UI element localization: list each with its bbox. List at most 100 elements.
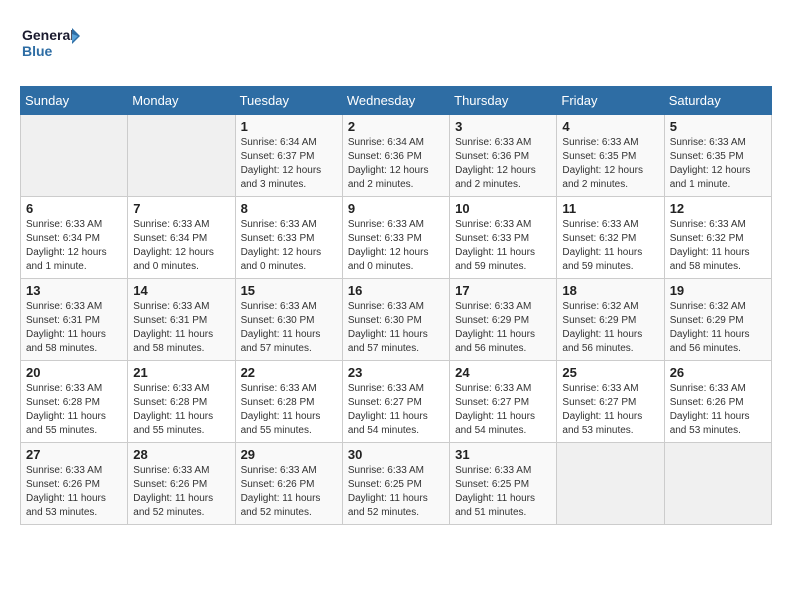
day-number: 20 [26, 365, 122, 380]
day-number: 6 [26, 201, 122, 216]
calendar-cell: 9 Sunrise: 6:33 AM Sunset: 6:33 PM Daylig… [342, 197, 449, 279]
calendar-cell: 17 Sunrise: 6:33 AM Sunset: 6:29 PM Dayli… [450, 279, 557, 361]
calendar-cell: 23 Sunrise: 6:33 AM Sunset: 6:27 PM Dayli… [342, 361, 449, 443]
day-info: Sunrise: 6:33 AM Sunset: 6:30 PM Dayligh… [241, 300, 337, 356]
day-info: Sunrise: 6:33 AM Sunset: 6:30 PM Dayligh… [348, 300, 444, 356]
day-info: Sunrise: 6:33 AM Sunset: 6:28 PM Dayligh… [133, 382, 229, 438]
calendar-cell: 5Sunrise: 6:33 AM Sunset: 6:35 PM Daylig… [664, 115, 771, 197]
day-info: Sunrise: 6:33 AM Sunset: 6:28 PM Dayligh… [241, 382, 337, 438]
day-info: Sunrise: 6:33 AM Sunset: 6:32 PM Dayligh… [562, 218, 658, 274]
day-number: 23 [348, 365, 444, 380]
day-info: Sunrise: 6:32 AM Sunset: 6:29 PM Dayligh… [670, 300, 766, 356]
calendar-cell: 22 Sunrise: 6:33 AM Sunset: 6:28 PM Dayli… [235, 361, 342, 443]
day-info: Sunrise: 6:33 AM Sunset: 6:25 PM Dayligh… [348, 464, 444, 520]
day-info: Sunrise: 6:33 AM Sunset: 6:29 PM Dayligh… [455, 300, 551, 356]
calendar-cell: 11 Sunrise: 6:33 AM Sunset: 6:32 PM Dayli… [557, 197, 664, 279]
logo: General Blue [20, 20, 80, 70]
day-number: 14 [133, 283, 229, 298]
calendar-cell: 24Sunrise: 6:33 AM Sunset: 6:27 PM Dayli… [450, 361, 557, 443]
day-info: Sunrise: 6:33 AM Sunset: 6:26 PM Dayligh… [241, 464, 337, 520]
day-number: 13 [26, 283, 122, 298]
calendar-table: SundayMondayTuesdayWednesdayThursdayFrid… [20, 86, 772, 525]
day-info: Sunrise: 6:33 AM Sunset: 6:27 PM Dayligh… [348, 382, 444, 438]
calendar-cell: 13 Sunrise: 6:33 AM Sunset: 6:31 PM Dayli… [21, 279, 128, 361]
day-info: Sunrise: 6:33 AM Sunset: 6:35 PM Dayligh… [562, 136, 658, 192]
day-info: Sunrise: 6:33 AM Sunset: 6:33 PM Dayligh… [455, 218, 551, 274]
day-number: 31 [455, 447, 551, 462]
day-of-week-header: Friday [557, 87, 664, 115]
day-number: 28 [133, 447, 229, 462]
day-of-week-header: Saturday [664, 87, 771, 115]
calendar-week-row: 1 Sunrise: 6:34 AM Sunset: 6:37 PM Daylig… [21, 115, 772, 197]
calendar-cell: 25Sunrise: 6:33 AM Sunset: 6:27 PM Dayli… [557, 361, 664, 443]
calendar-week-row: 27 Sunrise: 6:33 AM Sunset: 6:26 PM Dayli… [21, 443, 772, 525]
calendar-cell: 12 Sunrise: 6:33 AM Sunset: 6:32 PM Dayli… [664, 197, 771, 279]
calendar-week-row: 20 Sunrise: 6:33 AM Sunset: 6:28 PM Dayli… [21, 361, 772, 443]
day-info: Sunrise: 6:34 AM Sunset: 6:36 PM Dayligh… [348, 136, 444, 192]
day-info: Sunrise: 6:33 AM Sunset: 6:25 PM Dayligh… [455, 464, 551, 520]
day-info: Sunrise: 6:33 AM Sunset: 6:33 PM Dayligh… [241, 218, 337, 274]
day-of-week-header: Sunday [21, 87, 128, 115]
calendar-cell: 14 Sunrise: 6:33 AM Sunset: 6:31 PM Dayli… [128, 279, 235, 361]
calendar-cell: 7Sunrise: 6:33 AM Sunset: 6:34 PM Daylig… [128, 197, 235, 279]
calendar-cell: 21 Sunrise: 6:33 AM Sunset: 6:28 PM Dayli… [128, 361, 235, 443]
calendar-week-row: 13 Sunrise: 6:33 AM Sunset: 6:31 PM Dayli… [21, 279, 772, 361]
day-number: 15 [241, 283, 337, 298]
calendar-cell: 30Sunrise: 6:33 AM Sunset: 6:25 PM Dayli… [342, 443, 449, 525]
calendar-cell: 29 Sunrise: 6:33 AM Sunset: 6:26 PM Dayli… [235, 443, 342, 525]
day-number: 9 [348, 201, 444, 216]
calendar-cell: 28 Sunrise: 6:33 AM Sunset: 6:26 PM Dayli… [128, 443, 235, 525]
calendar-cell: 27Sunrise: 6:33 AM Sunset: 6:26 PM Dayli… [21, 443, 128, 525]
svg-text:Blue: Blue [22, 43, 53, 59]
day-info: Sunrise: 6:34 AM Sunset: 6:37 PM Dayligh… [241, 136, 337, 192]
day-info: Sunrise: 6:33 AM Sunset: 6:26 PM Dayligh… [670, 382, 766, 438]
day-number: 25 [562, 365, 658, 380]
day-info: Sunrise: 6:33 AM Sunset: 6:31 PM Dayligh… [133, 300, 229, 356]
day-info: Sunrise: 6:33 AM Sunset: 6:32 PM Dayligh… [670, 218, 766, 274]
day-number: 12 [670, 201, 766, 216]
day-number: 27 [26, 447, 122, 462]
day-of-week-header: Wednesday [342, 87, 449, 115]
calendar-cell: 4 Sunrise: 6:33 AM Sunset: 6:35 PM Daylig… [557, 115, 664, 197]
calendar-cell: 10 Sunrise: 6:33 AM Sunset: 6:33 PM Dayli… [450, 197, 557, 279]
day-number: 19 [670, 283, 766, 298]
calendar-cell: 15 Sunrise: 6:33 AM Sunset: 6:30 PM Dayli… [235, 279, 342, 361]
day-number: 16 [348, 283, 444, 298]
day-number: 4 [562, 119, 658, 134]
day-number: 3 [455, 119, 551, 134]
day-number: 1 [241, 119, 337, 134]
calendar-cell: 1 Sunrise: 6:34 AM Sunset: 6:37 PM Daylig… [235, 115, 342, 197]
day-info: Sunrise: 6:33 AM Sunset: 6:27 PM Dayligh… [455, 382, 551, 438]
calendar-cell: 26 Sunrise: 6:33 AM Sunset: 6:26 PM Dayli… [664, 361, 771, 443]
day-number: 17 [455, 283, 551, 298]
calendar-cell: 8 Sunrise: 6:33 AM Sunset: 6:33 PM Daylig… [235, 197, 342, 279]
day-number: 29 [241, 447, 337, 462]
calendar-cell [21, 115, 128, 197]
calendar-cell: 2Sunrise: 6:34 AM Sunset: 6:36 PM Daylig… [342, 115, 449, 197]
day-info: Sunrise: 6:33 AM Sunset: 6:36 PM Dayligh… [455, 136, 551, 192]
day-of-week-header: Tuesday [235, 87, 342, 115]
day-number: 8 [241, 201, 337, 216]
day-info: Sunrise: 6:33 AM Sunset: 6:34 PM Dayligh… [26, 218, 122, 274]
day-info: Sunrise: 6:33 AM Sunset: 6:28 PM Dayligh… [26, 382, 122, 438]
day-of-week-header: Thursday [450, 87, 557, 115]
page-header: General Blue [20, 20, 772, 70]
day-info: Sunrise: 6:32 AM Sunset: 6:29 PM Dayligh… [562, 300, 658, 356]
calendar-cell [557, 443, 664, 525]
day-info: Sunrise: 6:33 AM Sunset: 6:33 PM Dayligh… [348, 218, 444, 274]
calendar-header-row: SundayMondayTuesdayWednesdayThursdayFrid… [21, 87, 772, 115]
day-number: 26 [670, 365, 766, 380]
day-number: 21 [133, 365, 229, 380]
calendar-cell: 16 Sunrise: 6:33 AM Sunset: 6:30 PM Dayli… [342, 279, 449, 361]
day-info: Sunrise: 6:33 AM Sunset: 6:26 PM Dayligh… [133, 464, 229, 520]
day-number: 10 [455, 201, 551, 216]
day-number: 11 [562, 201, 658, 216]
calendar-cell: 18Sunrise: 6:32 AM Sunset: 6:29 PM Dayli… [557, 279, 664, 361]
calendar-cell: 20 Sunrise: 6:33 AM Sunset: 6:28 PM Dayli… [21, 361, 128, 443]
calendar-cell: 3 Sunrise: 6:33 AM Sunset: 6:36 PM Daylig… [450, 115, 557, 197]
day-info: Sunrise: 6:33 AM Sunset: 6:31 PM Dayligh… [26, 300, 122, 356]
day-number: 22 [241, 365, 337, 380]
day-number: 5 [670, 119, 766, 134]
day-info: Sunrise: 6:33 AM Sunset: 6:34 PM Dayligh… [133, 218, 229, 274]
svg-text:General: General [22, 27, 74, 43]
